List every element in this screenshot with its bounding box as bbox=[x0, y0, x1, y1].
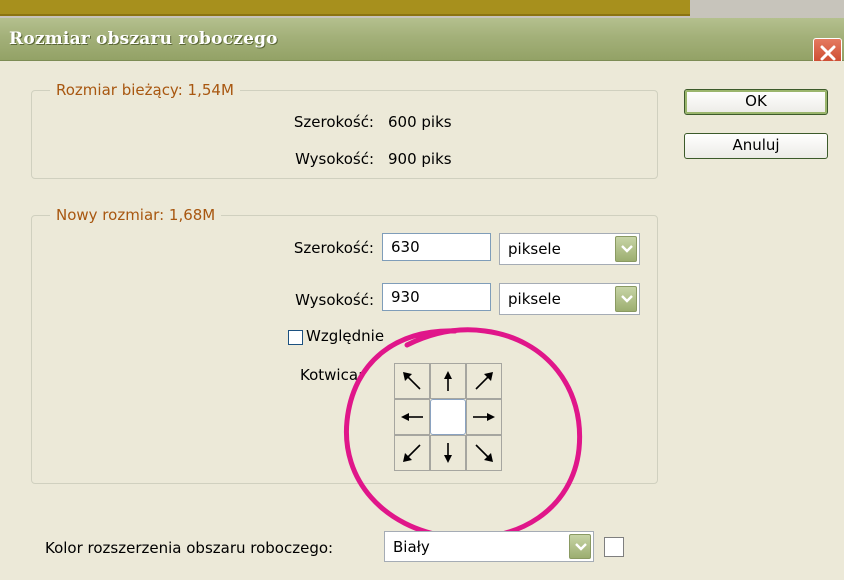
background-window-band bbox=[0, 0, 690, 16]
arrow-down-right-icon bbox=[475, 444, 493, 462]
arrow-right-icon bbox=[473, 413, 495, 421]
new-width-input[interactable] bbox=[382, 233, 491, 261]
chevron-down-icon bbox=[621, 295, 633, 303]
arrow-left-icon bbox=[401, 413, 423, 421]
new-height-unit-dropdown-button[interactable] bbox=[615, 286, 637, 312]
background-window-strip bbox=[0, 0, 844, 18]
new-width-unit-value: piksele bbox=[508, 240, 561, 258]
cancel-button[interactable]: Anuluj bbox=[684, 133, 828, 159]
anchor-bottom[interactable] bbox=[430, 435, 466, 471]
new-width-label: Szerokość: bbox=[293, 239, 374, 257]
arrow-up-left-icon bbox=[403, 372, 421, 390]
arrow-up-icon bbox=[444, 371, 452, 391]
new-height-unit-value: piksele bbox=[508, 290, 561, 308]
anchor-left[interactable] bbox=[394, 399, 430, 435]
new-width-unit-select[interactable]: piksele bbox=[499, 233, 640, 265]
relative-checkbox[interactable] bbox=[288, 330, 303, 345]
anchor-label: Kotwica: bbox=[300, 366, 364, 384]
arrow-up-right-icon bbox=[475, 372, 493, 390]
extension-color-label: Kolor rozszerzenia obszaru roboczego: bbox=[45, 539, 334, 557]
anchor-bottom-left[interactable] bbox=[394, 435, 430, 471]
extension-color-swatch[interactable] bbox=[604, 537, 624, 557]
chevron-down-icon bbox=[575, 543, 587, 551]
extension-color-value: Biały bbox=[393, 538, 430, 556]
relative-label[interactable]: Względnie bbox=[306, 327, 384, 345]
current-width-value: 600 piks bbox=[388, 113, 452, 131]
extension-color-select[interactable]: Biały bbox=[384, 531, 594, 562]
close-icon bbox=[820, 45, 836, 61]
dialog-titlebar[interactable]: Rozmiar obszaru roboczego bbox=[0, 18, 844, 67]
anchor-right[interactable] bbox=[466, 399, 502, 435]
current-height-label: Wysokość: bbox=[295, 150, 374, 168]
extension-color-dropdown-button[interactable] bbox=[569, 534, 591, 559]
new-size-legend: Nowy rozmiar: 1,68M bbox=[56, 206, 216, 224]
dialog-body: Rozmiar bieżący: 1,54M Szerokość: 600 pi… bbox=[0, 61, 844, 580]
new-width-unit-dropdown-button[interactable] bbox=[615, 236, 637, 262]
dialog-title: Rozmiar obszaru roboczego bbox=[9, 29, 278, 49]
ok-button[interactable]: OK bbox=[684, 89, 828, 115]
anchor-top-right[interactable] bbox=[466, 363, 502, 399]
arrow-down-left-icon bbox=[403, 444, 421, 462]
arrow-down-icon bbox=[444, 443, 452, 463]
new-height-input[interactable] bbox=[382, 283, 491, 311]
new-height-unit-select[interactable]: piksele bbox=[499, 283, 640, 315]
anchor-center[interactable] bbox=[430, 399, 466, 435]
chevron-down-icon bbox=[621, 245, 633, 253]
anchor-bottom-right[interactable] bbox=[466, 435, 502, 471]
current-height-value: 900 piks bbox=[388, 150, 452, 168]
anchor-top[interactable] bbox=[430, 363, 466, 399]
new-height-label: Wysokość: bbox=[295, 291, 374, 309]
anchor-top-left[interactable] bbox=[394, 363, 430, 399]
current-width-label: Szerokość: bbox=[293, 113, 374, 131]
anchor-grid bbox=[394, 363, 502, 471]
current-size-legend: Rozmiar bieżący: 1,54M bbox=[56, 81, 234, 99]
